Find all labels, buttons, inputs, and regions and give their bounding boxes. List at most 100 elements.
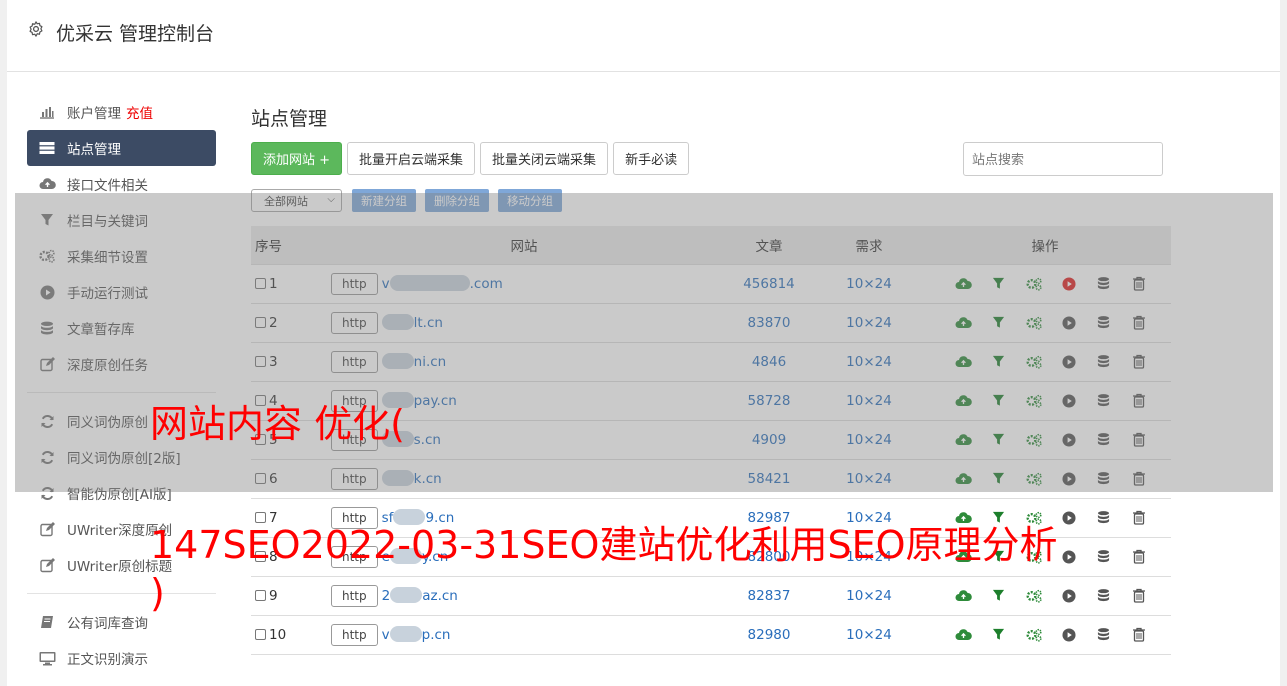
sidebar-item-sidebar-group1-6[interactable]: 文章暂存库 (27, 310, 216, 346)
database-icon[interactable] (1095, 548, 1113, 566)
site-domain[interactable]: 2 az.cn (382, 586, 458, 604)
sidebar-item-sidebar-group1-2[interactable]: 接口文件相关 (27, 166, 216, 202)
play-circle-icon[interactable] (1060, 470, 1078, 488)
article-count[interactable]: 82837 (719, 576, 819, 616)
scheme-badge[interactable]: http (331, 350, 378, 373)
new-group-button[interactable]: 新建分组 (352, 189, 416, 212)
batch-open-cloud-button[interactable]: 批量开启云端采集 (347, 142, 476, 175)
sidebar-item-sidebar-group1-4[interactable]: 采集细节设置 (27, 238, 216, 274)
trash-icon[interactable] (1130, 548, 1148, 566)
demand-value[interactable]: 10×24 (819, 615, 919, 655)
sidebar-item-sidebar-group1-7[interactable]: 深度原创任务 (27, 346, 216, 382)
filter-icon[interactable] (990, 431, 1008, 449)
demand-value[interactable]: 10×24 (819, 420, 919, 460)
cloud-upload-icon[interactable] (955, 392, 973, 410)
cogs-icon[interactable] (1025, 470, 1043, 488)
recharge-link[interactable]: 充值 (126, 102, 153, 122)
add-site-button[interactable]: 添加网站 + (251, 142, 343, 175)
sidebar-item-sidebar-group2-2[interactable]: 智能伪原创[AI版] (27, 475, 216, 511)
play-circle-icon[interactable] (1060, 509, 1078, 527)
trash-icon[interactable] (1130, 587, 1148, 605)
cloud-upload-icon[interactable] (955, 626, 973, 644)
trash-icon[interactable] (1130, 626, 1148, 644)
filter-icon[interactable] (990, 314, 1008, 332)
trash-icon[interactable] (1130, 275, 1148, 293)
database-icon[interactable] (1095, 353, 1113, 371)
trash-icon[interactable] (1130, 314, 1148, 332)
delete-group-button[interactable]: 删除分组 (425, 189, 489, 212)
article-count[interactable]: 83870 (719, 303, 819, 343)
cogs-icon[interactable] (1025, 392, 1043, 410)
database-icon[interactable] (1095, 392, 1113, 410)
site-domain[interactable]: lt.cn (381, 313, 443, 331)
cogs-icon[interactable] (1025, 626, 1043, 644)
cogs-icon[interactable] (1025, 353, 1043, 371)
row-checkbox[interactable] (255, 472, 266, 484)
cloud-upload-icon[interactable] (955, 431, 973, 449)
cloud-upload-icon[interactable] (955, 470, 973, 488)
article-count[interactable]: 4909 (719, 420, 819, 460)
row-checkbox[interactable] (255, 316, 266, 328)
demand-value[interactable]: 10×24 (819, 381, 919, 421)
row-checkbox[interactable] (255, 589, 266, 601)
article-count[interactable]: 58728 (719, 381, 819, 421)
sidebar-item-sidebar-group1-0[interactable]: 账户管理 充值 (27, 94, 216, 130)
row-checkbox[interactable] (255, 277, 266, 289)
demand-value[interactable]: 10×24 (819, 303, 919, 343)
play-circle-icon[interactable] (1060, 392, 1078, 410)
trash-icon[interactable] (1130, 353, 1148, 371)
sidebar-item-sidebar-group3-1[interactable]: 正文识别演示 (27, 640, 216, 676)
scheme-badge[interactable]: http (331, 467, 378, 490)
filter-icon[interactable] (990, 470, 1008, 488)
demand-value[interactable]: 10×24 (819, 264, 919, 304)
cogs-icon[interactable] (1025, 431, 1043, 449)
sidebar-item-sidebar-group1-1[interactable]: 站点管理 (27, 130, 216, 166)
gear-icon[interactable] (27, 20, 45, 38)
trash-icon[interactable] (1130, 470, 1148, 488)
guide-button[interactable]: 新手必读 (613, 142, 690, 175)
row-checkbox[interactable] (255, 355, 266, 367)
database-icon[interactable] (1095, 470, 1113, 488)
demand-value[interactable]: 10×24 (819, 459, 919, 499)
article-count[interactable]: 4846 (719, 342, 819, 382)
article-count[interactable]: 82980 (719, 615, 819, 655)
cloud-upload-icon[interactable] (955, 275, 973, 293)
play-circle-icon[interactable] (1060, 314, 1078, 332)
scheme-badge[interactable]: http (331, 584, 378, 607)
article-count[interactable]: 58421 (719, 459, 819, 499)
site-domain[interactable]: ni.cn (381, 352, 446, 370)
move-group-button[interactable]: 移动分组 (498, 189, 562, 212)
database-icon[interactable] (1095, 314, 1113, 332)
filter-icon[interactable] (990, 275, 1008, 293)
sidebar-item-sidebar-group1-5[interactable]: 手动运行测试 (27, 274, 216, 310)
filter-icon[interactable] (990, 587, 1008, 605)
trash-icon[interactable] (1130, 392, 1148, 410)
filter-icon[interactable] (990, 353, 1008, 371)
database-icon[interactable] (1095, 275, 1113, 293)
site-search-input[interactable] (963, 142, 1163, 176)
demand-value[interactable]: 10×24 (819, 342, 919, 382)
cloud-upload-icon[interactable] (955, 587, 973, 605)
sidebar-item-sidebar-group3-0[interactable]: 公有词库查询 (27, 604, 216, 640)
scheme-badge[interactable]: http (331, 272, 378, 295)
play-circle-icon[interactable] (1060, 353, 1078, 371)
database-icon[interactable] (1095, 431, 1113, 449)
cogs-icon[interactable] (1025, 275, 1043, 293)
scheme-badge[interactable]: http (331, 311, 378, 334)
site-domain[interactable]: v .com (382, 274, 503, 292)
site-domain[interactable]: k.cn (381, 469, 442, 487)
batch-close-cloud-button[interactable]: 批量关闭云端采集 (480, 142, 609, 175)
play-circle-icon[interactable] (1060, 587, 1078, 605)
cogs-icon[interactable] (1025, 314, 1043, 332)
group-select[interactable]: 全部网站 ⌵ (251, 189, 342, 212)
database-icon[interactable] (1095, 626, 1113, 644)
play-circle-icon[interactable] (1060, 275, 1078, 293)
site-domain[interactable]: v p.cn (382, 625, 450, 643)
trash-icon[interactable] (1130, 431, 1148, 449)
cloud-upload-icon[interactable] (955, 353, 973, 371)
cloud-upload-icon[interactable] (955, 314, 973, 332)
filter-icon[interactable] (990, 392, 1008, 410)
trash-icon[interactable] (1130, 509, 1148, 527)
database-icon[interactable] (1095, 509, 1113, 527)
sidebar-item-sidebar-group1-3[interactable]: 栏目与关键词 (27, 202, 216, 238)
